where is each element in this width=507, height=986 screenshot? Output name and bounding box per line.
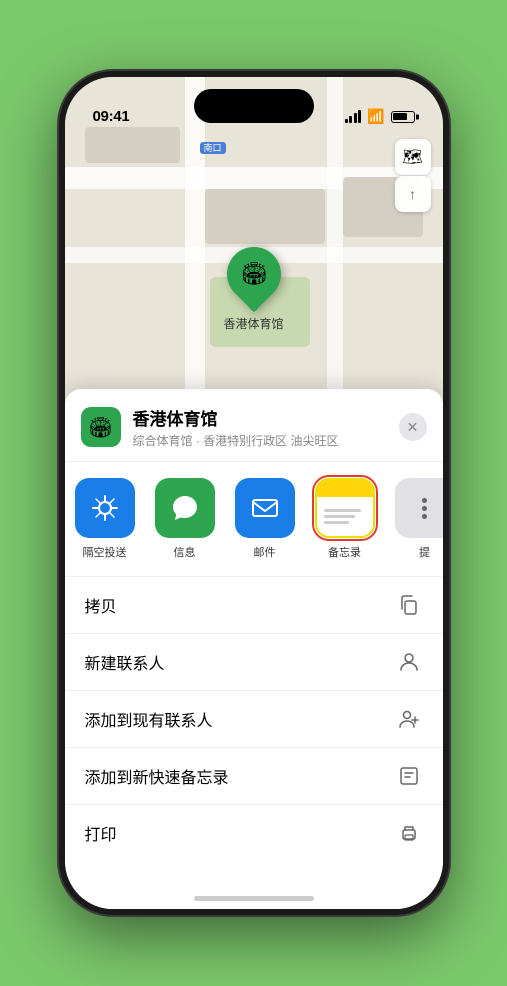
action-messages[interactable]: 信息 — [145, 478, 225, 560]
place-subtitle: 综合体育馆 · 香港特别行政区 油尖旺区 — [133, 432, 399, 449]
menu-item-add-existing[interactable]: 添加到现有联系人 — [65, 691, 443, 748]
menu-items: 拷贝 新建联系人 — [65, 577, 443, 861]
place-info: 香港体育馆 综合体育馆 · 香港特别行政区 油尖旺区 — [133, 405, 399, 449]
map-type-button[interactable]: 🗺 — [395, 139, 431, 175]
mail-label: 邮件 — [254, 544, 276, 560]
copy-label: 拷贝 — [85, 593, 117, 617]
action-notes[interactable]: 备忘录 — [305, 478, 385, 560]
airdrop-icon — [75, 478, 135, 538]
wifi-icon: 📶 — [367, 108, 384, 125]
marker-pin: 🏟 — [215, 236, 291, 312]
person-add-icon — [395, 705, 423, 733]
person-icon — [395, 648, 423, 676]
notes-icon — [315, 478, 375, 538]
messages-label: 信息 — [174, 544, 196, 560]
note-icon — [395, 762, 423, 790]
more-label: 提 — [419, 544, 430, 560]
home-indicator — [194, 896, 314, 901]
menu-item-new-contact[interactable]: 新建联系人 — [65, 634, 443, 691]
battery-icon — [391, 111, 415, 123]
new-contact-label: 新建联系人 — [85, 650, 165, 674]
place-header: 🏟 香港体育馆 综合体育馆 · 香港特别行政区 油尖旺区 ✕ — [65, 389, 443, 462]
location-button[interactable]: ↑ — [395, 176, 431, 212]
location-marker: 🏟 香港体育馆 — [223, 247, 283, 332]
phone-screen: 09:41 📶 — [65, 77, 443, 909]
mail-icon — [235, 478, 295, 538]
status-time: 09:41 — [93, 108, 130, 125]
add-existing-label: 添加到现有联系人 — [85, 707, 213, 731]
phone-frame: 09:41 📶 — [59, 71, 449, 915]
print-icon — [395, 819, 423, 847]
signal-bars-icon — [345, 110, 362, 123]
add-notes-label: 添加到新快速备忘录 — [85, 764, 229, 788]
menu-item-copy[interactable]: 拷贝 — [65, 577, 443, 634]
menu-item-print[interactable]: 打印 — [65, 805, 443, 861]
bottom-sheet: 🏟 香港体育馆 综合体育馆 · 香港特别行政区 油尖旺区 ✕ — [65, 389, 443, 909]
action-airdrop[interactable]: 隔空投送 — [65, 478, 145, 560]
status-icons: 📶 — [345, 108, 415, 125]
airdrop-label: 隔空投送 — [83, 544, 127, 560]
south-gate-badge: 南口 — [200, 142, 226, 154]
print-label: 打印 — [85, 821, 117, 845]
map-south-gate-label: 南口 — [200, 141, 228, 154]
dynamic-island — [194, 89, 314, 123]
place-name: 香港体育馆 — [133, 405, 399, 430]
map-controls: 🗺 ↑ — [395, 139, 431, 212]
messages-icon — [155, 478, 215, 538]
copy-icon — [395, 591, 423, 619]
place-icon: 🏟 — [81, 407, 121, 447]
more-icon — [395, 478, 443, 538]
marker-label: 香港体育馆 — [223, 315, 283, 332]
actions-row: 隔空投送 信息 — [65, 462, 443, 577]
action-mail[interactable]: 邮件 — [225, 478, 305, 560]
close-button[interactable]: ✕ — [399, 413, 427, 441]
notes-label: 备忘录 — [328, 544, 361, 560]
menu-item-add-notes[interactable]: 添加到新快速备忘录 — [65, 748, 443, 805]
action-more[interactable]: 提 — [385, 478, 443, 560]
